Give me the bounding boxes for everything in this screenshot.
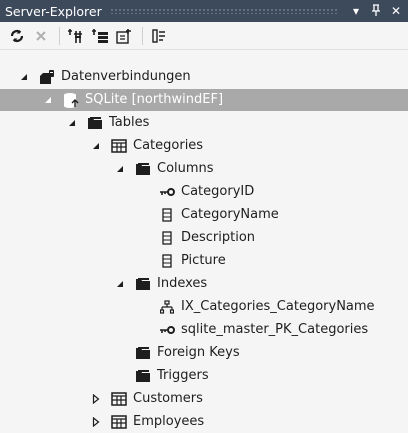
- connect-database-icon[interactable]: [65, 25, 87, 47]
- tree-node-label: SQLite [northwindEF]: [85, 92, 224, 107]
- index-icon: [159, 299, 175, 315]
- tree-node-label: Employees: [133, 414, 205, 429]
- collapse-arrow-icon[interactable]: [114, 273, 126, 295]
- tree-node-columns[interactable]: Columns: [0, 158, 408, 180]
- tree-node-customers[interactable]: Customers: [0, 388, 408, 410]
- tree-node-categories[interactable]: Categories: [0, 135, 408, 157]
- folder-icon: [135, 368, 151, 384]
- expand-arrow-icon[interactable]: [90, 411, 102, 433]
- toolbar-separator: [142, 26, 143, 45]
- pin-icon[interactable]: [368, 3, 384, 19]
- column-icon: [159, 207, 175, 223]
- tree-node-employees[interactable]: Employees: [0, 411, 408, 433]
- tree-node-tables[interactable]: Tables: [0, 112, 408, 134]
- panel-titlebar: Server-Explorer ▾ ✕: [0, 0, 408, 22]
- tree-node-label: Picture: [181, 253, 226, 268]
- tree-node-data-connections[interactable]: Datenverbindungen: [0, 66, 408, 88]
- folder-icon: [135, 345, 151, 361]
- panel-title: Server-Explorer: [5, 3, 102, 19]
- close-icon[interactable]: ✕: [388, 4, 404, 18]
- stop-icon[interactable]: [30, 25, 52, 47]
- refresh-icon[interactable]: [6, 25, 28, 47]
- column-icon: [159, 253, 175, 269]
- folder-icon: [135, 276, 151, 292]
- tree-node-label: Description: [181, 230, 256, 245]
- dropdown-menu-icon[interactable]: ▾: [348, 4, 364, 18]
- tree-node-column-category-name[interactable]: CategoryName: [0, 204, 408, 226]
- expand-arrow-icon[interactable]: [90, 388, 102, 410]
- tree-node-column-description[interactable]: Description: [0, 227, 408, 249]
- sql-server-icon[interactable]: [113, 25, 135, 47]
- tree-node-label: Foreign Keys: [157, 345, 240, 360]
- tree-node-indexes[interactable]: Indexes: [0, 273, 408, 295]
- tree-node-foreign-keys[interactable]: Foreign Keys: [0, 342, 408, 364]
- tree-node-label: Datenverbindungen: [61, 69, 191, 84]
- tree-node-label: Triggers: [157, 368, 209, 383]
- table-icon: [111, 414, 127, 430]
- column-icon: [159, 230, 175, 246]
- collapse-arrow-icon[interactable]: [42, 89, 54, 111]
- tree-node-index-primary-key[interactable]: sqlite_master_PK_Categories: [0, 319, 408, 341]
- tree-node-label: CategoryID: [181, 184, 255, 199]
- tree-node-triggers[interactable]: Triggers: [0, 365, 408, 387]
- titlebar-grip: [109, 8, 338, 14]
- collapse-arrow-icon[interactable]: [18, 66, 30, 88]
- tree-node-label: CategoryName: [181, 207, 279, 222]
- collapse-arrow-icon[interactable]: [66, 112, 78, 134]
- toolbar: [0, 22, 408, 50]
- tree-node-column-category-id[interactable]: CategoryID: [0, 181, 408, 203]
- tree-node-label: Columns: [157, 161, 214, 176]
- primary-key-icon: [159, 322, 175, 338]
- database-connections-icon: [39, 69, 55, 85]
- tree-node-sqlite-connection[interactable]: SQLite [northwindEF]: [0, 89, 408, 111]
- tree-node-label: sqlite_master_PK_Categories: [181, 322, 369, 337]
- folder-icon: [135, 161, 151, 177]
- tree-node-label: Indexes: [157, 276, 208, 291]
- table-icon: [111, 391, 127, 407]
- tree-node-label: Tables: [109, 115, 150, 130]
- primary-key-icon: [159, 184, 175, 200]
- table-icon: [111, 138, 127, 154]
- tree-node-label: Categories: [133, 138, 204, 153]
- database-connection-icon: [63, 92, 79, 108]
- connect-server-icon[interactable]: [89, 25, 111, 47]
- tree-node-index-category-name[interactable]: IX_Categories_CategoryName: [0, 296, 408, 318]
- collapse-arrow-icon[interactable]: [114, 158, 126, 180]
- tree-node-label: IX_Categories_CategoryName: [181, 299, 375, 314]
- tree-node-column-picture[interactable]: Picture: [0, 250, 408, 272]
- properties-icon[interactable]: [148, 25, 170, 47]
- collapse-arrow-icon[interactable]: [90, 135, 102, 157]
- folder-icon: [87, 115, 103, 131]
- tree-node-label: Customers: [133, 391, 203, 406]
- toolbar-separator: [59, 26, 60, 45]
